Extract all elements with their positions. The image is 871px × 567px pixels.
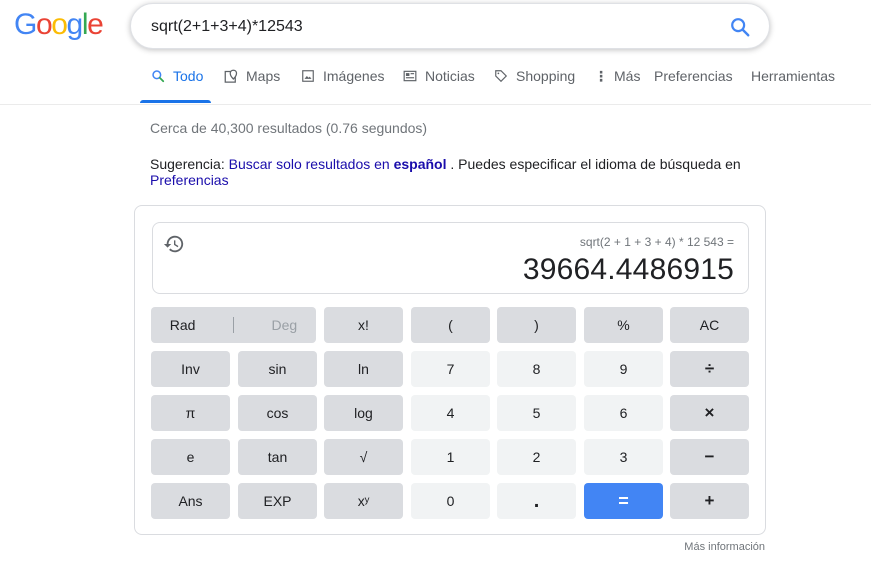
inverse-button[interactable]: Inv <box>151 351 230 387</box>
digit-9-button[interactable]: 9 <box>584 351 663 387</box>
digit-8-button[interactable]: 8 <box>497 351 576 387</box>
newspaper-icon <box>403 69 419 85</box>
result-stats: Cerca de 40,300 resultados (0.76 segundo… <box>150 120 428 136</box>
tab-herramientas[interactable]: Herramientas <box>751 68 835 104</box>
euler-button[interactable]: e <box>151 439 230 475</box>
search-tabs: Todo Maps Imágenes Noticias Shopping ⋮ M… <box>0 62 871 105</box>
map-pin-icon <box>224 69 240 85</box>
decimal-point-button[interactable]: . <box>497 483 576 519</box>
digit-4-button[interactable]: 4 <box>411 395 490 431</box>
search-icon[interactable] <box>729 16 751 38</box>
language-suggestion: Sugerencia: Buscar solo resultados en es… <box>150 156 741 188</box>
digit-6-button[interactable]: 6 <box>584 395 663 431</box>
divider <box>232 317 234 333</box>
digit-1-button[interactable]: 1 <box>411 439 490 475</box>
rad-deg-toggle[interactable]: Rad Deg <box>151 307 316 343</box>
left-paren-button[interactable]: ( <box>411 307 490 343</box>
cos-button[interactable]: cos <box>238 395 317 431</box>
power-button[interactable]: xʸ <box>324 483 403 519</box>
calculator-widget: sqrt(2 + 1 + 3 + 4) * 12 543 = 39664.448… <box>134 205 766 535</box>
tab-preferencias[interactable]: Preferencias <box>654 68 733 104</box>
search-box <box>130 3 770 49</box>
sin-button[interactable]: sin <box>238 351 317 387</box>
history-icon[interactable] <box>163 233 185 255</box>
minus-button[interactable]: − <box>670 439 749 475</box>
image-icon <box>301 69 317 85</box>
digit-2-button[interactable]: 2 <box>497 439 576 475</box>
calculator-result: 39664.4486915 <box>522 253 734 286</box>
plus-button[interactable]: + <box>670 483 749 519</box>
search-input[interactable] <box>151 16 721 38</box>
log-button[interactable]: log <box>324 395 403 431</box>
all-clear-button[interactable]: AC <box>670 307 749 343</box>
tab-maps[interactable]: Maps <box>224 68 280 104</box>
more-vert-icon: ⋮ <box>594 68 608 84</box>
digit-5-button[interactable]: 5 <box>497 395 576 431</box>
tag-icon <box>494 69 510 85</box>
calculator-expression: sqrt(2 + 1 + 3 + 4) * 12 543 = <box>579 235 734 249</box>
tab-todo[interactable]: Todo <box>151 68 203 104</box>
percent-button[interactable]: % <box>584 307 663 343</box>
calculator-display: sqrt(2 + 1 + 3 + 4) * 12 543 = 39664.448… <box>152 222 749 294</box>
search-spanish-only-link[interactable]: Buscar solo resultados en español <box>229 156 447 172</box>
ans-button[interactable]: Ans <box>151 483 230 519</box>
factorial-button[interactable]: x! <box>324 307 403 343</box>
multiply-button[interactable]: × <box>670 395 749 431</box>
divide-button[interactable]: ÷ <box>670 351 749 387</box>
search-icon <box>151 69 167 85</box>
tan-button[interactable]: tan <box>238 439 317 475</box>
deg-button[interactable]: Deg <box>272 317 298 333</box>
tab-imagenes[interactable]: Imágenes <box>301 68 384 104</box>
digit-0-button[interactable]: 0 <box>411 483 490 519</box>
pi-button[interactable]: π <box>151 395 230 431</box>
more-info-link[interactable]: Más información <box>684 541 765 553</box>
preferences-link[interactable]: Preferencias <box>150 172 229 188</box>
equals-button[interactable]: = <box>584 483 663 519</box>
tab-noticias[interactable]: Noticias <box>403 68 475 104</box>
tab-mas[interactable]: ⋮ Más <box>594 68 640 104</box>
digit-3-button[interactable]: 3 <box>584 439 663 475</box>
google-logo[interactable]: Google <box>14 8 104 42</box>
sqrt-button[interactable]: √ <box>324 439 403 475</box>
right-paren-button[interactable]: ) <box>497 307 576 343</box>
exp-button[interactable]: EXP <box>238 483 317 519</box>
ln-button[interactable]: ln <box>324 351 403 387</box>
active-tab-indicator <box>140 100 211 103</box>
tab-shopping[interactable]: Shopping <box>494 68 575 104</box>
rad-button[interactable]: Rad <box>170 317 196 333</box>
digit-7-button[interactable]: 7 <box>411 351 490 387</box>
